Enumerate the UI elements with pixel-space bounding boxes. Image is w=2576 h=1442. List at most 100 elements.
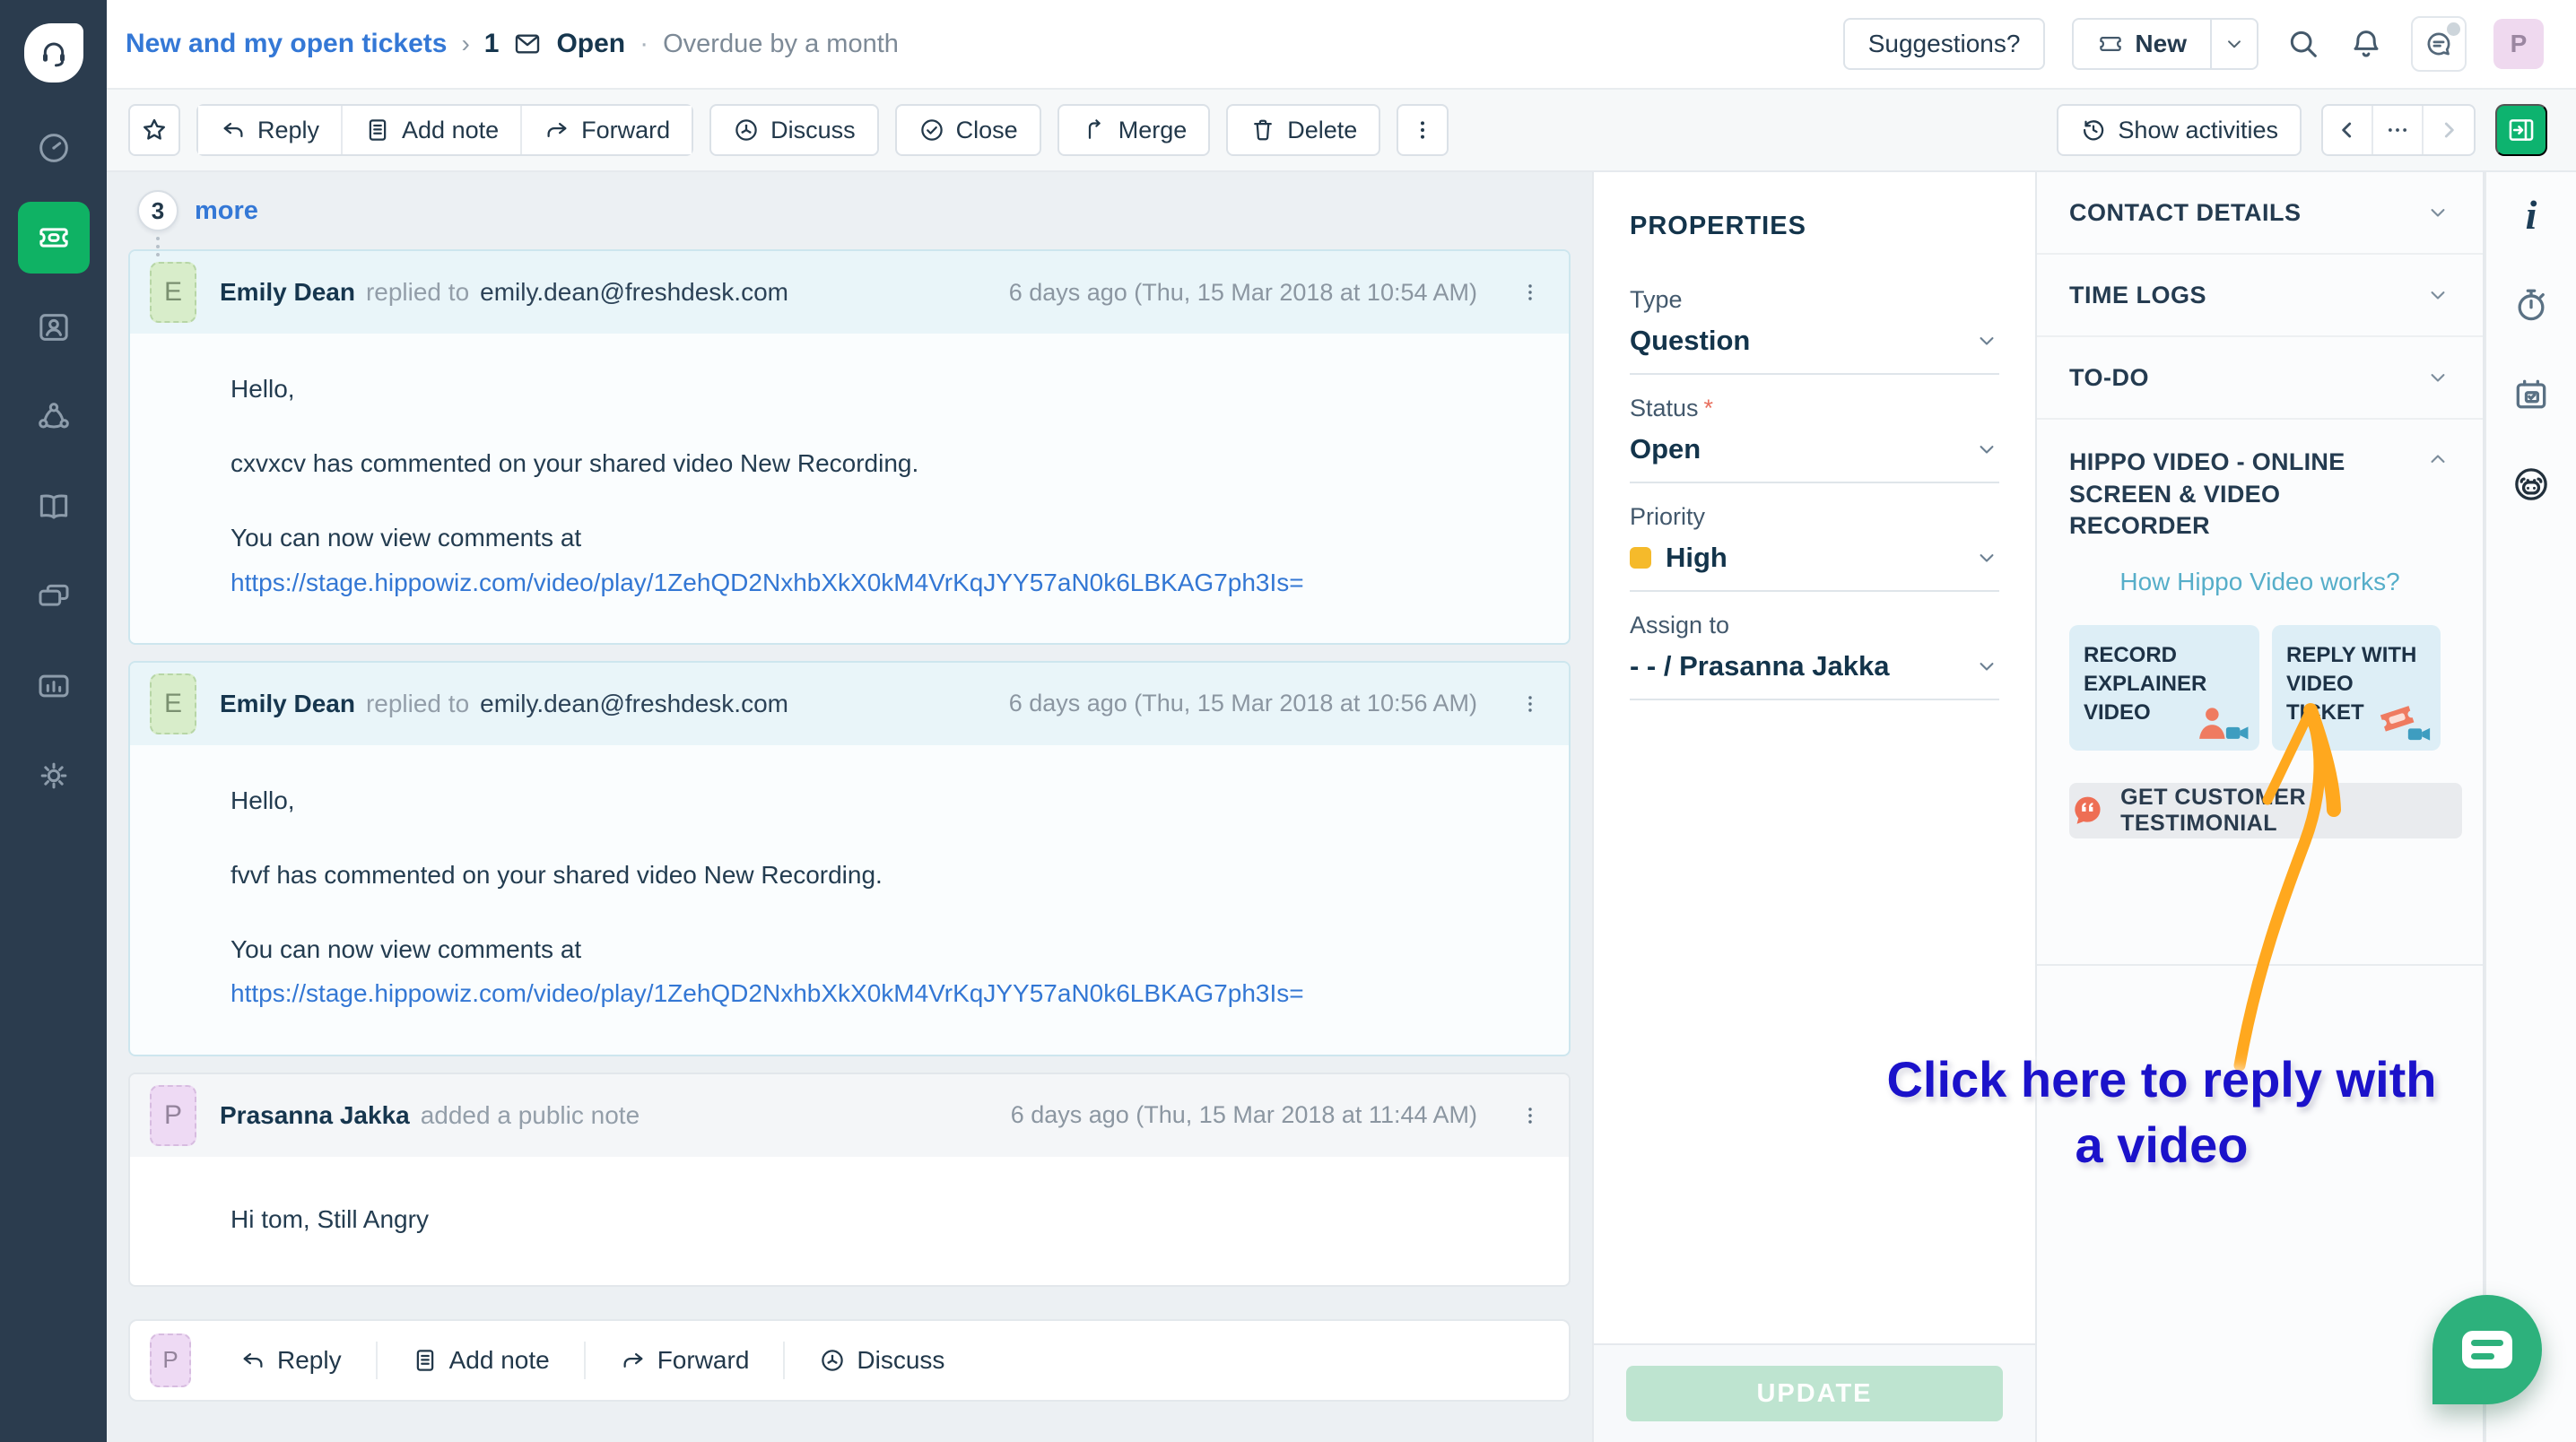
avatar: P (150, 1085, 196, 1146)
header-actions: Suggestions? New (1843, 16, 2544, 72)
message-author: Emily Dean (220, 278, 355, 307)
video-link[interactable]: https://stage.hippowiz.com/video/play/1Z… (231, 565, 1304, 600)
message-header[interactable]: E Emily Dean replied to emily.dean@fresh… (130, 663, 1569, 745)
contact-details-accordion[interactable]: CONTACT DETAILS (2037, 172, 2483, 255)
more-actions-button[interactable] (1397, 104, 1449, 156)
reply-icon (239, 1347, 266, 1374)
pager-ellipsis-button[interactable] (2373, 106, 2424, 154)
status-label: Status* (1630, 395, 1999, 422)
close-check-icon (918, 117, 945, 143)
sidebar-item-forums[interactable] (18, 560, 90, 632)
composer-reply-button[interactable]: Reply (205, 1342, 378, 1379)
sidebar-item-community[interactable] (18, 381, 90, 453)
timer-icon[interactable] (2511, 285, 2551, 325)
todo-accordion[interactable]: TO-DO (2037, 337, 2483, 420)
reply-group: Reply Add note Forward (196, 104, 693, 156)
chevron-down-icon (1974, 328, 1999, 353)
show-more-link[interactable]: more (195, 196, 258, 226)
priority-color-swatch (1630, 547, 1651, 569)
info-icon[interactable]: i (2511, 195, 2551, 235)
ticket-status-label: Open (556, 29, 625, 59)
reply-with-video-ticket-card[interactable]: REPLY WITH VIDEO TICKET (2272, 625, 2441, 751)
add-note-icon (412, 1347, 439, 1374)
breadcrumb-separator: › (461, 30, 469, 58)
freshconnect-button[interactable] (2411, 16, 2467, 72)
get-customer-testimonial-button[interactable]: GET CUSTOMER TESTIMONIAL (2069, 783, 2462, 838)
analytics-icon (36, 668, 72, 704)
priority-select[interactable]: High (1630, 542, 1999, 592)
ellipsis-icon (2384, 117, 2411, 143)
message-meta: Emily Dean replied to emily.dean@freshde… (220, 690, 986, 718)
show-activities-button[interactable]: Show activities (2057, 104, 2302, 156)
next-ticket-button[interactable] (2424, 106, 2474, 154)
sidebar-item-dashboard[interactable] (18, 112, 90, 184)
chat-widget-button[interactable] (2432, 1295, 2542, 1404)
priority-field: Priority High (1630, 503, 1999, 592)
update-button[interactable]: UPDATE (1626, 1366, 2003, 1421)
chevron-down-icon (1974, 437, 1999, 462)
merge-button[interactable]: Merge (1057, 104, 1211, 156)
hippo-video-icon[interactable] (2511, 465, 2551, 504)
message-kebab-icon[interactable] (1519, 1100, 1542, 1131)
body-paragraph: Hello, (231, 783, 1533, 818)
record-explainer-video-card[interactable]: RECORD EXPLAINER VIDEO (2069, 625, 2259, 751)
delete-button[interactable]: Delete (1226, 104, 1380, 156)
priority-label: Priority (1630, 503, 1999, 531)
composer-forward-button[interactable]: Forward (586, 1342, 786, 1379)
chevron-down-icon (2223, 32, 2246, 56)
new-ticket-button[interactable]: New (2072, 18, 2212, 70)
message-card: E Emily Dean replied to emily.dean@fresh… (128, 661, 1571, 1056)
close-button[interactable]: Close (895, 104, 1041, 156)
delete-label: Delete (1287, 117, 1357, 144)
video-link[interactable]: https://stage.hippowiz.com/video/play/1Z… (231, 976, 1304, 1011)
status-select[interactable]: Open (1630, 433, 1999, 483)
composer-bar: P Reply Add note Forward Discuss (128, 1319, 1571, 1402)
sidebar-item-settings[interactable] (18, 740, 90, 812)
star-button[interactable] (128, 104, 180, 156)
prev-ticket-button[interactable] (2323, 106, 2373, 154)
contact-details-label: CONTACT DETAILS (2069, 199, 2301, 227)
reply-button[interactable]: Reply (198, 106, 343, 154)
sidebar-item-analytics[interactable] (18, 650, 90, 722)
collapsed-count-pill[interactable]: 3 (137, 190, 178, 231)
composer-discuss-button[interactable]: Discuss (785, 1342, 979, 1379)
todo-calendar-icon[interactable] (2511, 375, 2551, 414)
body-paragraph: Hi tom, Still Angry (231, 1202, 1533, 1237)
suggestions-button[interactable]: Suggestions? (1843, 18, 2046, 70)
breadcrumb-filter-link[interactable]: New and my open tickets (126, 29, 447, 59)
contacts-icon (36, 309, 72, 345)
add-note-button[interactable]: Add note (343, 106, 522, 154)
sidebar-item-tickets[interactable] (18, 202, 90, 274)
freshdesk-logo[interactable] (24, 23, 83, 83)
new-ticket-dropdown[interactable] (2212, 18, 2258, 70)
assign-select[interactable]: - - / Prasanna Jakka (1630, 650, 1999, 700)
type-select[interactable]: Question (1630, 325, 1999, 375)
message-body: Hello, cxvxcv has commented on your shar… (130, 334, 1569, 643)
message-header[interactable]: P Prasanna Jakka added a public note 6 d… (130, 1074, 1569, 1157)
composer-actions: Reply Add note Forward Discuss (205, 1342, 979, 1379)
search-icon[interactable] (2285, 26, 2321, 62)
composer-add-note-button[interactable]: Add note (378, 1342, 586, 1379)
collapse-panel-button[interactable] (2495, 104, 2547, 156)
message-action: added a public note (421, 1101, 640, 1130)
discuss-button[interactable]: Discuss (709, 104, 879, 156)
reply-video-ticket-icon (2376, 702, 2433, 743)
record-explainer-icon (2193, 704, 2252, 743)
message-meta: Prasanna Jakka added a public note (220, 1101, 988, 1130)
time-logs-accordion[interactable]: TIME LOGS (2037, 255, 2483, 337)
collapsed-messages-row: 3 more (128, 172, 1571, 249)
forward-button[interactable]: Forward (522, 106, 692, 154)
message-kebab-icon[interactable] (1519, 277, 1542, 308)
hippo-video-accordion[interactable]: HIPPO VIDEO - ONLINE SCREEN & VIDEO RECO… (2069, 447, 2450, 543)
add-note-icon (364, 117, 391, 143)
sidebar-item-contacts[interactable] (18, 291, 90, 363)
chat-widget-icon (2462, 1331, 2512, 1368)
meta-separator: · (640, 29, 648, 59)
message-kebab-icon[interactable] (1519, 689, 1542, 719)
sidebar-item-solutions[interactable] (18, 471, 90, 543)
notifications-bell-icon[interactable] (2348, 26, 2384, 62)
user-avatar[interactable]: P (2493, 19, 2544, 69)
message-author: Prasanna Jakka (220, 1101, 410, 1130)
message-header[interactable]: E Emily Dean replied to emily.dean@fresh… (130, 251, 1569, 334)
hippo-how-it-works-link[interactable]: How Hippo Video works? (2069, 568, 2450, 596)
